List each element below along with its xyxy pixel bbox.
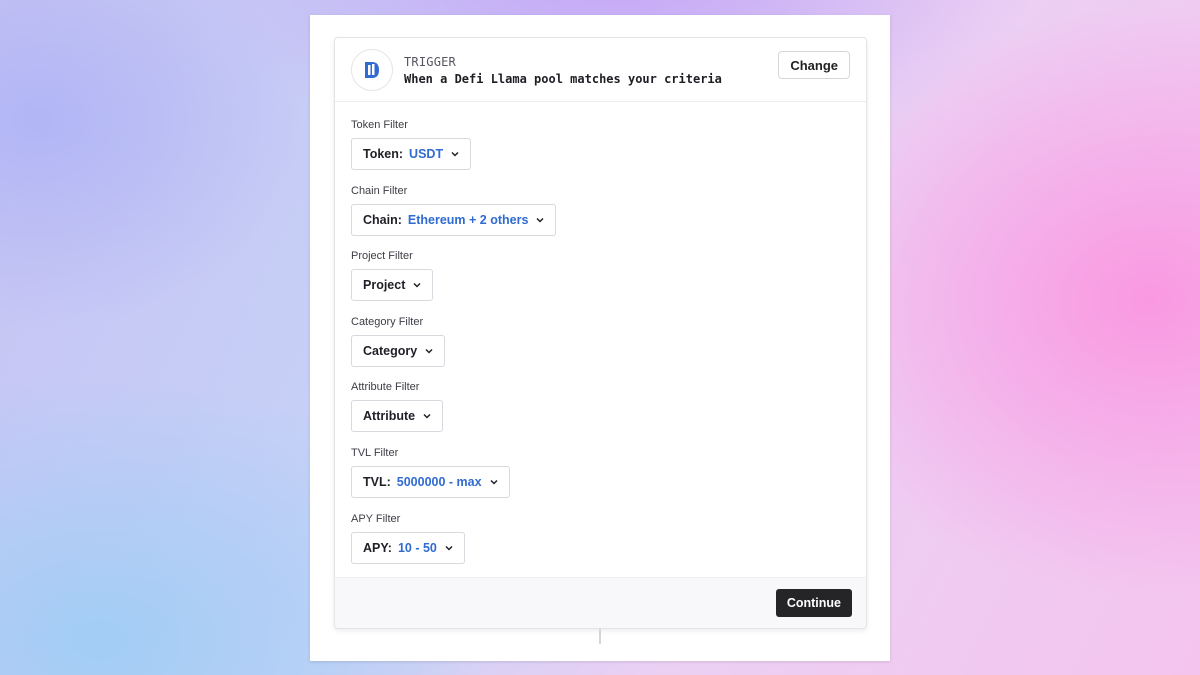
category-filter-select[interactable]: Category [351,334,446,367]
chevron-down-icon [536,217,544,223]
defillama-logo-icon [351,49,393,91]
chevron-down-icon [413,282,421,288]
editor-sheet: TRIGGER When a Defi Llama pool matches y… [310,15,890,661]
attribute-filter: Attribute Filter Attribute [351,382,556,448]
trigger-header: TRIGGER When a Defi Llama pool matches y… [335,38,866,102]
attribute-filter-select[interactable]: Attribute [351,400,444,433]
filter-label: Category Filter [351,315,424,328]
step-connector [599,628,601,644]
select-key: Project [363,278,406,293]
select-key: Category [363,343,418,358]
filter-label: Token Filter [351,119,408,131]
project-filter-select[interactable]: Project [351,269,434,302]
filter-label: Chain Filter [351,184,408,197]
select-key: TVL: [363,474,391,489]
chain-filter: Chain Filter Chain: Ethereum + 2 others [351,184,557,252]
select-value: USDT [409,147,444,161]
chevron-down-icon [423,413,431,419]
select-value: 5000000 - max [396,474,482,489]
project-filter: Project Filter Project [351,251,556,317]
token-filter-select[interactable]: Token: USDT [351,138,472,170]
filter-label: TVL Filter [351,446,399,459]
chain-filter-select[interactable]: Chain: Ethereum + 2 others [351,203,557,236]
chevron-down-icon [451,151,459,157]
select-key: Token: [363,147,404,161]
select-key: APY: [363,540,392,555]
apy-filter: APY Filter APY: 10 - 50 [351,512,556,580]
trigger-card: TRIGGER When a Defi Llama pool matches y… [334,37,867,629]
chevron-down-icon [445,545,453,551]
trigger-label: TRIGGER [404,55,456,69]
select-value: Ethereum + 2 others [407,212,529,227]
change-button[interactable]: Change [778,51,850,79]
card-footer: Continue [335,577,866,628]
chevron-down-icon [425,348,433,354]
filter-list: Token Filter Token: USDT Chain Filter Ch… [351,120,557,580]
category-filter: Category Filter Category [351,315,556,383]
token-filter: Token Filter Token: USDT [351,120,556,186]
tvl-filter-select[interactable]: TVL: 5000000 - max [351,465,510,498]
select-key: Chain: [363,212,402,227]
select-value: 10 - 50 [397,540,437,555]
chevron-down-icon [490,479,498,485]
filter-label: APY Filter [351,512,401,525]
apy-filter-select[interactable]: APY: 10 - 50 [351,531,465,564]
filter-label: Attribute Filter [351,381,420,394]
select-key: Attribute [363,409,416,424]
tvl-filter: TVL Filter TVL: 5000000 - max [351,446,556,514]
trigger-description: When a Defi Llama pool matches your crit… [404,72,722,86]
filter-label: Project Filter [351,250,413,263]
continue-button[interactable]: Continue [775,589,852,617]
